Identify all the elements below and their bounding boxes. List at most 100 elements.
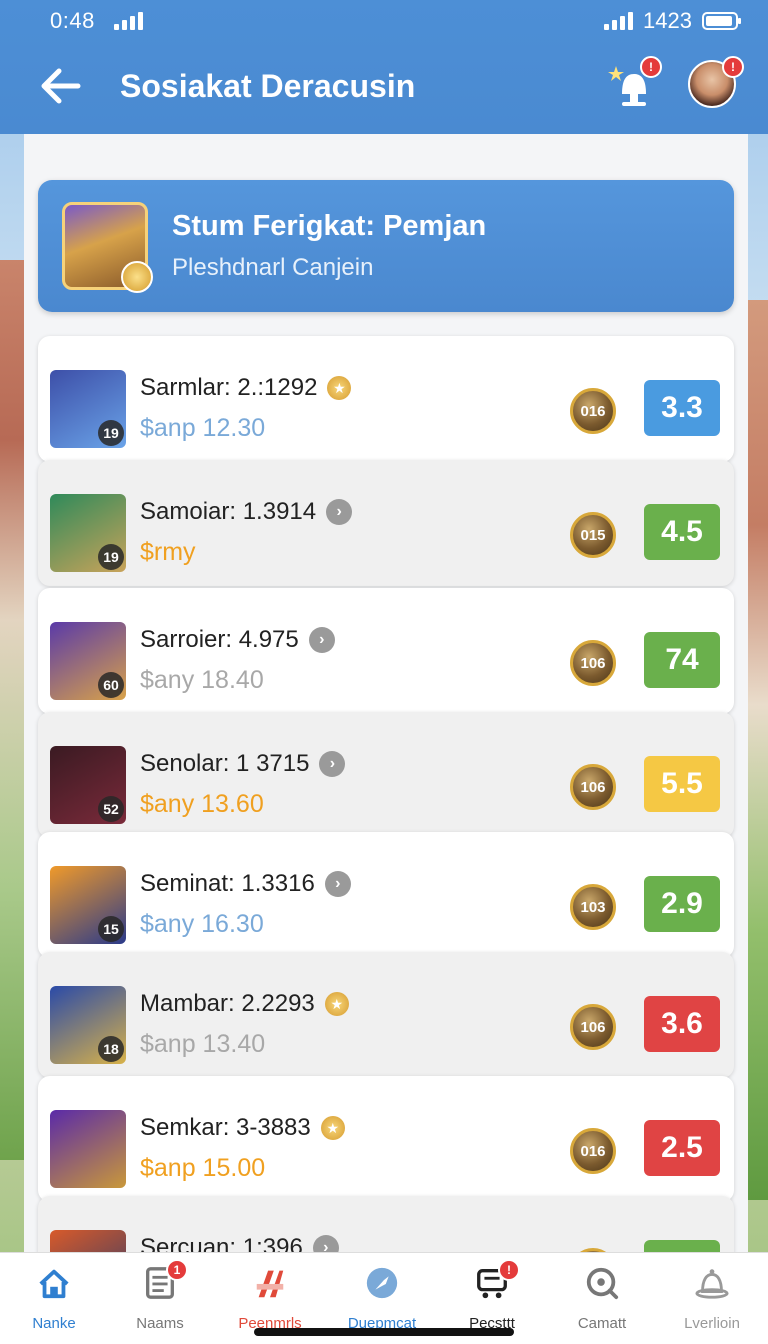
item-name: Seminat: 1.3316 › xyxy=(140,870,351,898)
item-name-text: Sercuan: 1:396 xyxy=(140,1234,303,1254)
nav-item-duepmcat[interactable]: Duepmcat xyxy=(332,1265,432,1337)
item-avatar: 60 xyxy=(50,622,126,700)
item-name-text: Sarroier: 4.975 xyxy=(140,626,299,653)
profile-badge: ! xyxy=(722,56,744,78)
item-price: $any 16.30 xyxy=(140,910,264,938)
item-name: Sercuan: 1:396 › xyxy=(140,1234,339,1254)
featured-banner[interactable]: Stum Ferigkat: Pemjan Pleshdnarl Canjein xyxy=(38,180,734,312)
chat-icon xyxy=(582,1265,622,1301)
item-avatar: 15 xyxy=(50,866,126,944)
status-right-text: 1423 xyxy=(643,8,692,33)
level-badge: 19 xyxy=(98,420,124,446)
item-price: $anp 13.40 xyxy=(140,1030,266,1058)
list-item[interactable]: Semkar: 3-3883 ★ $anp 15.00 016 2.5 xyxy=(38,1076,734,1202)
coin-badge-icon xyxy=(121,261,153,293)
nav-badge: ! xyxy=(498,1259,520,1281)
item-name-text: Sarmlar: 2.:1292 xyxy=(140,374,318,401)
score-badge[interactable]: 3.6 xyxy=(644,996,720,1052)
item-name: Mambar: 2.2293 ★ xyxy=(140,990,349,1018)
profile-button[interactable]: ! xyxy=(688,56,744,110)
notification-button[interactable]: ! xyxy=(608,56,662,110)
item-price: $anp 12.30 xyxy=(140,414,266,442)
star-icon: ★ xyxy=(324,992,349,1016)
item-price: $any 13.60 xyxy=(140,790,264,818)
nav-item-peenmrls[interactable]: Peenmrls xyxy=(220,1265,320,1337)
item-name-text: Samoiar: 1.3914 xyxy=(140,498,317,525)
nav-item-lverlioin[interactable]: Lverlioin xyxy=(662,1265,762,1337)
back-button[interactable] xyxy=(36,64,84,108)
list-item[interactable]: 60 Sarroier: 4.975 › $any 18.40 106 74 xyxy=(38,588,734,714)
home-indicator[interactable] xyxy=(254,1328,514,1336)
score-badge[interactable]: 4.5 xyxy=(644,504,720,560)
nav-badge: 1 xyxy=(166,1259,188,1281)
item-price: $any 18.40 xyxy=(140,666,264,694)
list-item[interactable]: 19 Samoiar: 1.3914 › $rmy 015 4.5 xyxy=(38,460,734,586)
level-badge: 60 xyxy=(98,672,124,698)
medal-icon: 016 xyxy=(570,388,616,434)
item-name: Samoiar: 1.3914 › xyxy=(140,498,353,526)
banner-title: Stum Ferigkat: Pemjan xyxy=(172,210,487,242)
back-arrow-icon xyxy=(41,68,81,104)
list-item[interactable]: 18 Mambar: 2.2293 ★ $anp 13.40 106 3.6 xyxy=(38,952,734,1078)
nav-item-naams[interactable]: 1 Naams xyxy=(110,1259,210,1337)
score-badge[interactable]: 3.3 xyxy=(644,380,720,436)
item-avatar: 19 xyxy=(50,494,126,572)
medal-icon: 106 xyxy=(570,640,616,686)
page-title: Sosiakat Deracusin xyxy=(120,68,416,104)
item-price: $anp 15.00 xyxy=(140,1154,266,1182)
nav-label: Camatt xyxy=(577,1315,627,1332)
item-avatar: 52 xyxy=(50,746,126,824)
battery-icon xyxy=(702,12,741,30)
card-icon xyxy=(250,1265,290,1301)
banner-subtitle: Pleshdnarl Canjein xyxy=(172,254,374,281)
nav-item-camatt[interactable]: Camatt xyxy=(552,1265,652,1337)
nav-item-pecsttt[interactable]: ! Pecsttt xyxy=(442,1259,542,1337)
list-item[interactable]: 19 Sarmlar: 2.:1292 ★ $anp 12.30 016 3.3 xyxy=(38,336,734,462)
list-item[interactable]: 15 Seminat: 1.3316 › $any 16.30 103 2.9 xyxy=(38,832,734,958)
score-badge[interactable]: 74 xyxy=(644,632,720,688)
chevron-right-icon: › xyxy=(326,499,353,525)
item-name-text: Senolar: 1 3715 xyxy=(140,750,310,777)
nav-label: Nanke xyxy=(32,1315,76,1332)
nav-label: Lverlioin xyxy=(684,1315,740,1332)
score-badge[interactable]: 5.5 xyxy=(644,756,720,812)
main-panel: Stum Ferigkat: Pemjan Pleshdnarl Canjein… xyxy=(24,134,748,1254)
star-icon: ★ xyxy=(320,1116,345,1140)
level-badge: 15 xyxy=(98,916,124,942)
item-avatar xyxy=(50,1230,126,1254)
signal-icon xyxy=(114,12,143,30)
item-name: Semkar: 3-3883 ★ xyxy=(140,1114,345,1142)
nav-item-nanke[interactable]: Nanke xyxy=(4,1265,104,1337)
item-name: Sarmlar: 2.:1292 ★ xyxy=(140,374,352,402)
chevron-right-icon: › xyxy=(319,751,346,777)
item-price: $rmy xyxy=(140,538,196,566)
item-name: Senolar: 1 3715 › xyxy=(140,750,346,778)
item-name: Sarroier: 4.975 › xyxy=(140,626,335,654)
medal-icon: 016 xyxy=(570,1128,616,1174)
document-icon: 1 xyxy=(140,1259,188,1301)
medal-icon: 015 xyxy=(570,512,616,558)
score-badge[interactable]: 2.5 xyxy=(644,1120,720,1176)
level-badge: 18 xyxy=(98,1036,124,1062)
home-icon xyxy=(34,1265,74,1301)
item-name-text: Seminat: 1.3316 xyxy=(140,870,315,897)
header-bar: 0:48 1423 Sosiakat Deracusin ! ! xyxy=(0,0,768,134)
score-badge[interactable]: 2.9 xyxy=(644,876,720,932)
star-icon: ★ xyxy=(327,376,352,400)
status-time: 0:48 xyxy=(50,8,95,33)
medal-icon: 106 xyxy=(570,1004,616,1050)
level-badge: 52 xyxy=(98,796,124,822)
item-name-text: Semkar: 3-3883 xyxy=(140,1114,311,1141)
list-item[interactable]: 52 Senolar: 1 3715 › $any 13.60 106 5.5 xyxy=(38,712,734,838)
list-item[interactable]: Sercuan: 1:396›0165.1 xyxy=(38,1196,734,1254)
item-name-text: Mambar: 2.2293 xyxy=(140,990,315,1017)
item-avatar: 18 xyxy=(50,986,126,1064)
level-badge: 19 xyxy=(98,544,124,570)
status-right: 1423 xyxy=(604,8,741,34)
chevron-right-icon: › xyxy=(308,627,335,653)
medal-icon: 106 xyxy=(570,764,616,810)
item-avatar xyxy=(50,1110,126,1188)
cell-signal-icon xyxy=(604,12,634,30)
item-avatar: 19 xyxy=(50,370,126,448)
banner-avatar xyxy=(62,202,153,293)
